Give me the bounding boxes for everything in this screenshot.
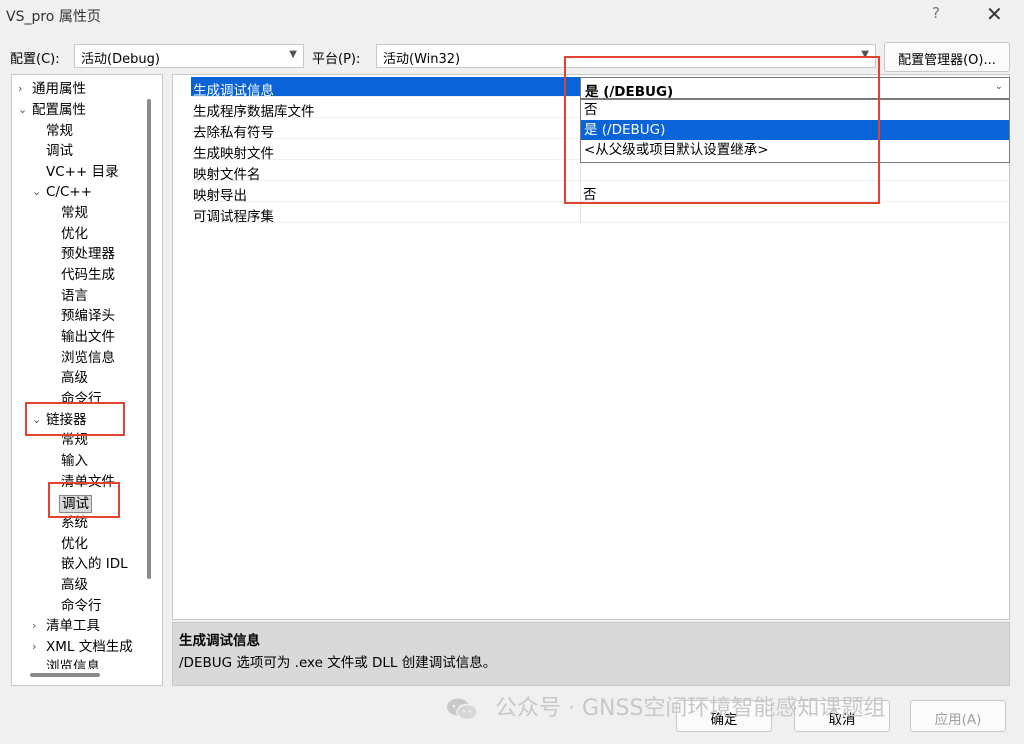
tree-item-cpp-language[interactable]: 语言 [61, 286, 88, 306]
config-label: 配置(C): [10, 52, 60, 67]
tree-item-linker-input[interactable]: 输入 [61, 451, 88, 471]
description-title: 生成调试信息 [179, 633, 260, 649]
config-manager-button[interactable]: 配置管理器(O)... [884, 42, 1010, 72]
tree-item-cpp-general[interactable]: 常规 [61, 203, 88, 223]
tree-item-browse-info[interactable]: 浏览信息 [46, 657, 100, 669]
tree-item-manifest-tool[interactable]: › 清单工具 [32, 616, 100, 636]
tree-item-linker-optimization[interactable]: 优化 [61, 534, 88, 554]
tree-horizontal-scrollbar[interactable] [30, 673, 100, 677]
description-panel: 生成调试信息 /DEBUG 选项可为 .exe 文件或 DLL 创建调试信息。 [172, 622, 1010, 686]
watermark-text: 公众号 · GNSS空间环境智能感知课题组 [495, 696, 886, 721]
config-value: 活动(Debug) [81, 52, 160, 67]
tree-item-config-props[interactable]: ⌄ 配置属性 [18, 100, 86, 120]
tree-item-cpp-output[interactable]: 输出文件 [61, 327, 115, 347]
tree-item-linker-advanced[interactable]: 高级 [61, 575, 88, 595]
chevron-down-icon[interactable]: ⌄ [995, 81, 1003, 92]
tree-item-c-cpp[interactable]: ⌄ C/C++ [32, 182, 92, 202]
highlight-box-linker [25, 402, 125, 436]
tree-item-cpp-optimization[interactable]: 优化 [61, 224, 88, 244]
chevron-right-icon[interactable]: › [32, 616, 36, 636]
tree-item-cpp-preprocessor[interactable]: 预处理器 [61, 244, 115, 264]
tree-item-xml-doc[interactable]: › XML 文档生成 [32, 637, 133, 657]
tree-item-linker-cmdline[interactable]: 命令行 [61, 596, 102, 616]
chevron-right-icon[interactable]: › [18, 79, 22, 99]
tree-item-vc-directories[interactable]: VC++ 目录 [46, 162, 119, 182]
window-title: VS_pro 属性页 [6, 9, 101, 25]
tree-item-cpp-browse[interactable]: 浏览信息 [61, 348, 115, 368]
property-tree: › 通用属性 ⌄ 配置属性 常规 调试 VC++ 目录 ⌄ C/C++ 常规 优… [11, 74, 163, 686]
tree-item-general[interactable]: 常规 [46, 121, 73, 141]
chat-bubbles-icon [447, 698, 478, 721]
chevron-down-icon[interactable]: ⌄ [32, 182, 41, 202]
apply-button[interactable]: 应用(A) [910, 700, 1006, 732]
tree-item-linker-idl[interactable]: 嵌入的 IDL [61, 554, 128, 574]
platform-value: 活动(Win32) [383, 52, 461, 67]
chevron-down-icon: ▼ [289, 49, 297, 60]
platform-label: 平台(P): [312, 52, 361, 67]
highlight-box-dropdown [564, 56, 880, 204]
grid-row-debuggable-assembly[interactable]: 可调试程序集 [191, 203, 1009, 225]
highlight-box-debugging [48, 482, 120, 518]
tree-item-debugging[interactable]: 调试 [46, 141, 73, 161]
tree-item-common-props[interactable]: › 通用属性 [18, 79, 86, 99]
title-bar: VS_pro 属性页 ? ✕ [0, 0, 1024, 32]
help-icon[interactable]: ? [932, 4, 940, 22]
close-icon[interactable]: ✕ [986, 2, 1003, 26]
watermark: 公众号 · GNSS空间环境智能感知课题组 [446, 690, 886, 721]
tree-item-cpp-advanced[interactable]: 高级 [61, 368, 88, 388]
tree-item-cpp-pch[interactable]: 预编译头 [61, 306, 115, 326]
tree-vertical-scrollbar[interactable] [147, 99, 151, 579]
description-text: /DEBUG 选项可为 .exe 文件或 DLL 创建调试信息。 [179, 655, 497, 671]
chevron-down-icon[interactable]: ⌄ [18, 100, 27, 120]
config-select[interactable]: 活动(Debug) ▼ [74, 44, 304, 68]
tree-item-cpp-codegen[interactable]: 代码生成 [61, 265, 115, 285]
chevron-right-icon[interactable]: › [32, 637, 36, 657]
